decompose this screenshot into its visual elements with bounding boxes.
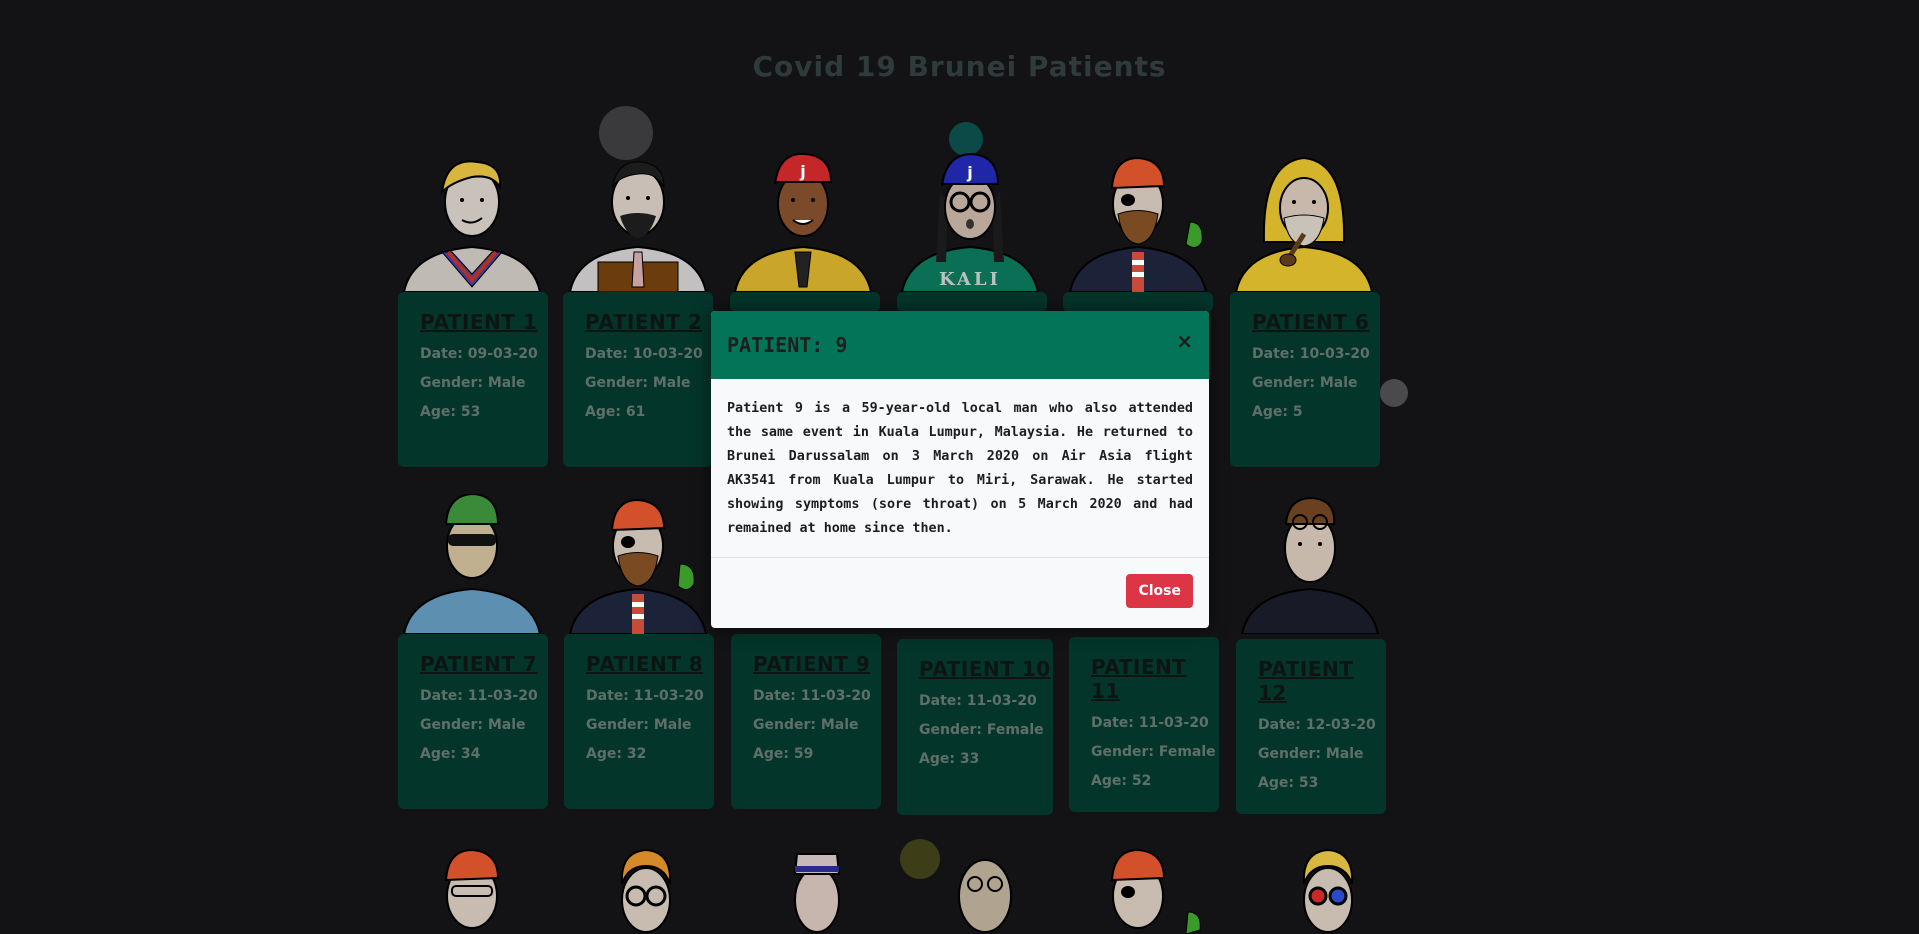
modal-footer: Close [711,557,1209,628]
patient-7-avatar [402,494,542,634]
patient-gender: Gender: Male [585,375,691,391]
patient-6-avatar [1234,152,1374,292]
bubble-decoration [1380,379,1408,407]
patient-gender: Gender: Male [420,375,526,391]
patient-15-avatar [747,844,887,934]
patient-gender: Gender: Male [753,717,859,733]
patient-name[interactable]: PATIENT 6 [1252,310,1380,334]
patient-gender: Gender: Female [1091,744,1216,760]
patient-name[interactable]: PATIENT 11 [1091,655,1219,703]
patient-card[interactable]: PATIENT 10 Date: 11-03-20 Gender: Female… [897,639,1053,815]
cap-letter: j [799,162,805,181]
close-icon[interactable]: × [1176,329,1193,353]
patient-18-avatar [1258,844,1398,934]
patient-3-avatar: j [733,152,873,292]
patient-5-avatar [1068,152,1208,292]
patient-8-avatar [568,494,708,634]
patient-16-avatar [915,844,1055,934]
patient-name[interactable]: PATIENT 2 [585,310,713,334]
close-button[interactable]: Close [1126,574,1193,608]
patient-modal: PATIENT: 9 × Patient 9 is a 59-year-old … [711,311,1209,628]
patient-13-avatar [402,844,542,934]
modal-header: PATIENT: 9 × [711,311,1209,379]
modal-title: PATIENT: 9 [727,333,848,357]
patient-card[interactable]: PATIENT 7 Date: 11-03-20 Gender: Male Ag… [398,634,548,809]
patient-age: Age: 5 [1252,404,1303,420]
patient-name[interactable]: PATIENT 10 [919,657,1053,681]
patient-date: Date: 12-03-20 [1258,717,1376,733]
patient-gender: Gender: Female [919,722,1044,738]
patient-gender: Gender: Male [1252,375,1358,391]
patient-gender: Gender: Male [1258,746,1364,762]
patient-age: Age: 34 [420,746,481,762]
cap-letter: j [966,163,972,182]
patient-date: Date: 11-03-20 [919,693,1037,709]
patient-name[interactable]: PATIENT 8 [586,652,714,676]
patient-card[interactable]: PATIENT 8 Date: 11-03-20 Gender: Male Ag… [564,634,714,809]
patient-age: Age: 52 [1091,773,1152,789]
patient-date: Date: 10-03-20 [585,346,703,362]
bubble-decoration [949,122,983,156]
patient-age: Age: 32 [586,746,647,762]
patient-age: Age: 53 [1258,775,1319,791]
patient-card[interactable]: PATIENT 11 Date: 11-03-20 Gender: Female… [1069,637,1219,812]
patient-12-avatar [1240,494,1380,634]
patient-2-avatar [568,152,708,292]
page-title: Covid 19 Brunei Patients [752,50,1167,83]
patient-date: Date: 11-03-20 [753,688,871,704]
patient-name[interactable]: PATIENT 7 [420,652,548,676]
patient-date: Date: 10-03-20 [1252,346,1370,362]
patient-age: Age: 61 [585,404,646,420]
patient-17-avatar [1068,844,1208,934]
patient-gender: Gender: Male [586,717,692,733]
patient-card[interactable]: PATIENT 1 Date: 09-03-20 Gender: Male Ag… [398,292,548,467]
patient-date: Date: 11-03-20 [586,688,704,704]
modal-body: Patient 9 is a 59-year-old local man who… [727,401,1193,536]
patient-card[interactable]: PATIENT 2 Date: 10-03-20 Gender: Male Ag… [563,292,713,467]
patient-date: Date: 11-03-20 [420,688,538,704]
patient-age: Age: 53 [420,404,481,420]
patient-card-partial[interactable] [1063,292,1213,312]
patient-date: Date: 09-03-20 [420,346,538,362]
patient-name[interactable]: PATIENT 12 [1258,657,1386,705]
patient-age: Age: 59 [753,746,814,762]
shirt-text: KALI [939,269,1001,290]
patient-gender: Gender: Male [420,717,526,733]
patient-card[interactable]: PATIENT 6 Date: 10-03-20 Gender: Male Ag… [1230,292,1380,467]
patient-age: Age: 33 [919,751,980,767]
patient-1-avatar [402,152,542,292]
patient-card-partial[interactable] [897,292,1047,312]
patient-date: Date: 11-03-20 [1091,715,1209,731]
patient-card[interactable]: PATIENT 9 Date: 11-03-20 Gender: Male Ag… [731,634,881,809]
patient-card[interactable]: PATIENT 12 Date: 12-03-20 Gender: Male A… [1236,639,1386,814]
patient-name[interactable]: PATIENT 1 [420,310,548,334]
patient-card-partial[interactable] [730,292,880,312]
patient-4-avatar: KALI j [900,152,1040,292]
patient-14-avatar [576,844,716,934]
patient-name[interactable]: PATIENT 9 [753,652,881,676]
